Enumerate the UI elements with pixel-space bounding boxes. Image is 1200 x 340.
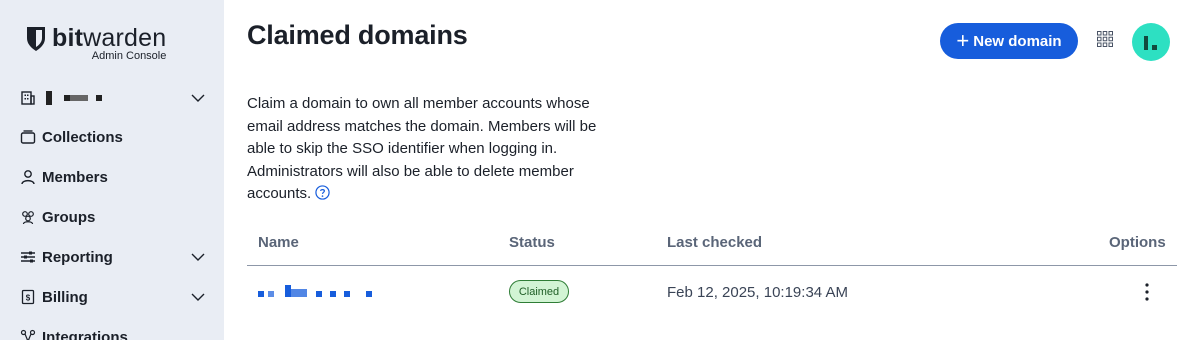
avatar[interactable] [1132, 23, 1170, 61]
new-domain-label: New domain [973, 32, 1062, 50]
product-switcher-icon[interactable] [1097, 31, 1113, 47]
row-options-button[interactable] [1135, 280, 1159, 304]
column-header-status: Status [509, 234, 555, 251]
sidebar-item-reporting[interactable]: Reporting [20, 245, 210, 269]
page-description: Claim a domain to own all member account… [247, 95, 597, 203]
collection-icon [20, 129, 36, 145]
column-header-name[interactable]: Name [258, 234, 299, 251]
building-icon [20, 90, 36, 106]
table-row: Claimed Feb 12, 2025, 10:19:34 AM [247, 268, 1177, 316]
domain-name-link-redacted[interactable] [258, 285, 373, 299]
users-icon [20, 209, 36, 225]
page-title: Claimed domains [247, 20, 468, 50]
chevron-down-icon[interactable] [190, 249, 206, 265]
plus-icon: + [956, 28, 970, 53]
new-domain-button[interactable]: + New domain [940, 23, 1078, 59]
table-header: Name Status Last checked Options [247, 228, 1177, 266]
bitwarden-logo[interactable]: bitwarden Admin Console [26, 24, 166, 62]
sidebar: bitwarden Admin Console Collections Memb… [0, 0, 224, 340]
sliders-icon [20, 249, 36, 265]
sidebar-item-integrations[interactable]: Integrations [20, 325, 210, 340]
shield-logo-icon [27, 27, 45, 51]
sidebar-item-label: Reporting [42, 248, 113, 266]
integrations-icon [20, 329, 36, 340]
sidebar-item-label: Members [42, 168, 108, 186]
sidebar-item-label: Collections [42, 128, 123, 146]
last-checked-value: Feb 12, 2025, 10:19:34 AM [667, 284, 848, 301]
column-header-options: Options [1109, 234, 1166, 251]
svg-text:$: $ [26, 294, 31, 303]
kebab-menu-icon [1145, 283, 1149, 301]
chevron-down-icon[interactable] [190, 90, 206, 106]
sidebar-item-billing[interactable]: $ Billing [20, 285, 210, 309]
org-name-redacted [42, 91, 102, 105]
sidebar-item-groups[interactable]: Groups [20, 205, 210, 229]
help-icon[interactable] [315, 185, 330, 201]
billing-icon: $ [20, 289, 36, 305]
sidebar-item-label: Groups [42, 208, 96, 226]
user-icon [20, 169, 36, 185]
column-header-last-checked: Last checked [667, 234, 763, 251]
brand-name: bitwarden [52, 24, 167, 52]
org-switcher[interactable] [20, 86, 210, 110]
sidebar-item-label: Integrations [42, 328, 128, 340]
sidebar-item-label: Billing [42, 288, 88, 306]
status-badge: Claimed [509, 280, 569, 303]
sidebar-item-collections[interactable]: Collections [20, 125, 210, 149]
chevron-down-icon[interactable] [190, 289, 206, 305]
sidebar-item-members[interactable]: Members [20, 165, 210, 189]
